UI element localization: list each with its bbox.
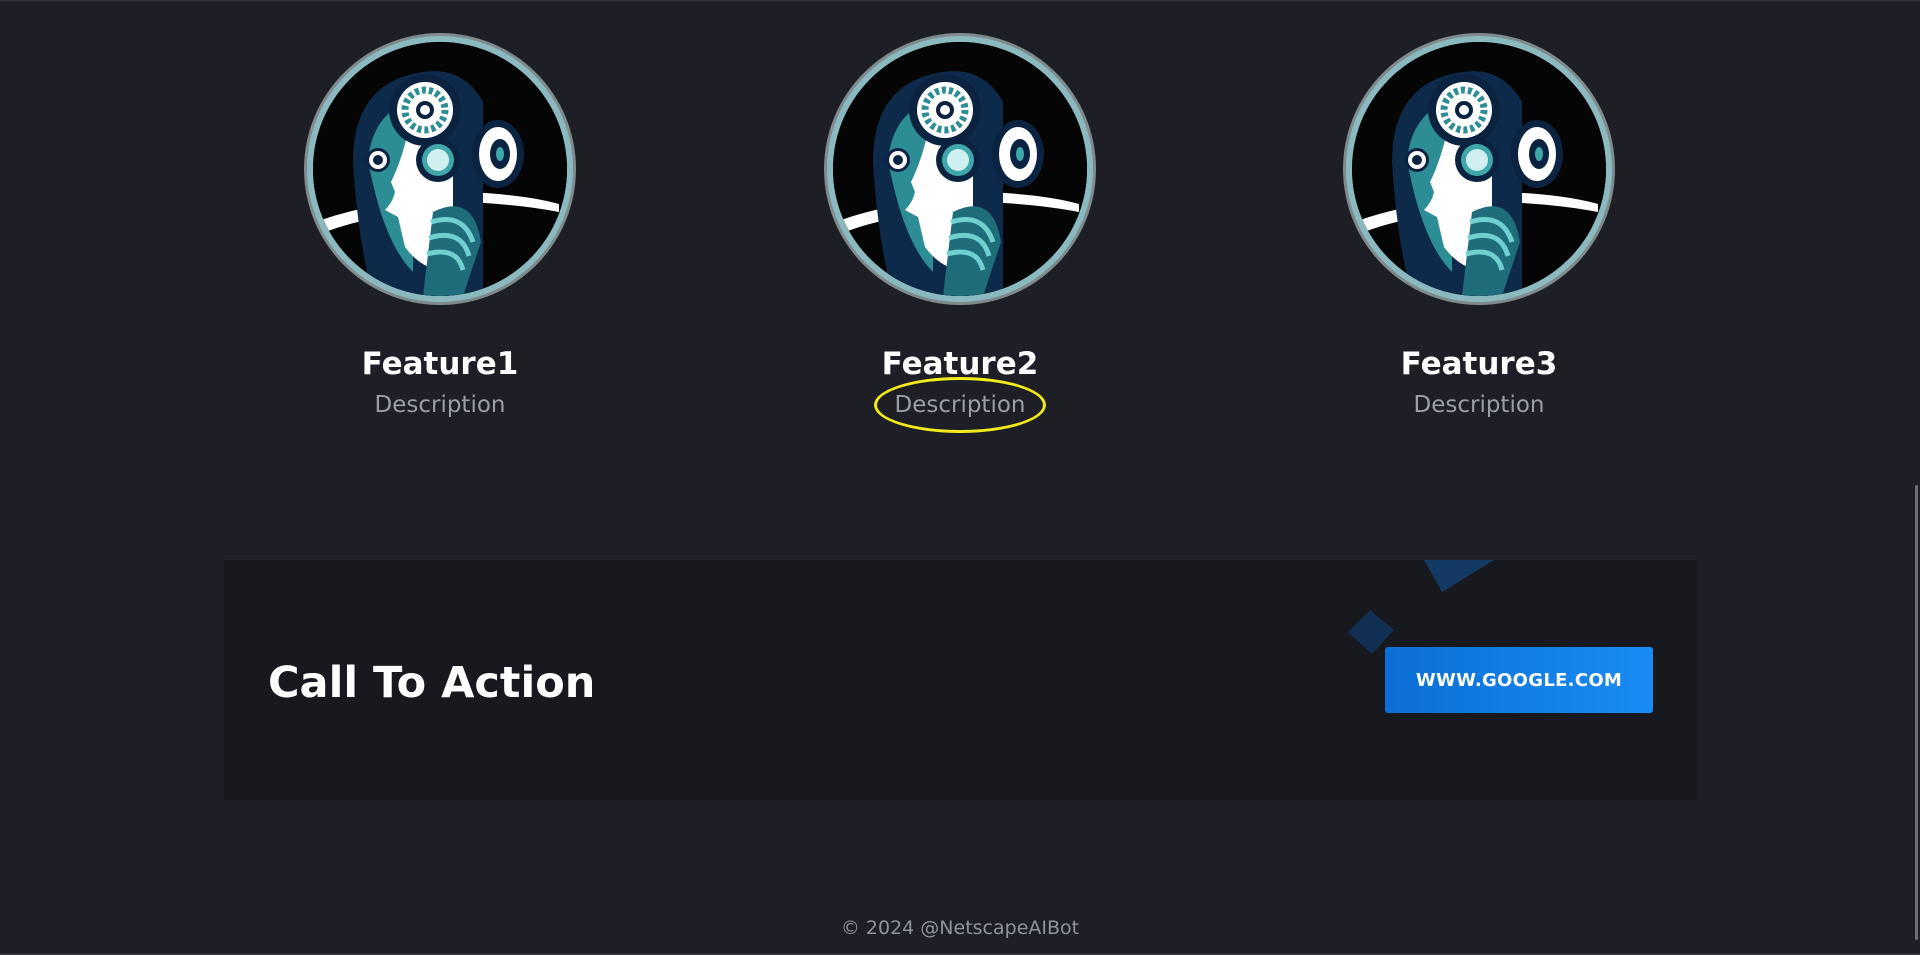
feature-title: Feature3 (1400, 346, 1558, 382)
highlight-ellipse (874, 377, 1046, 433)
feature-card-3: Feature3 Description (1309, 36, 1649, 422)
feature-title: Feature1 (361, 346, 519, 382)
page: Feature1 Description Feature2 Descriptio… (0, 0, 1920, 955)
scrollbar[interactable] (1914, 1, 1920, 955)
cta-title: Call To Action (268, 658, 596, 708)
footer-copyright: © 2024 @NetscapeAIBot (840, 917, 1080, 939)
robot-head-gears-icon (1346, 36, 1612, 302)
feature-description: Description (374, 392, 506, 418)
decorative-triangle (1424, 560, 1494, 592)
scrollbar-thumb[interactable] (1915, 485, 1918, 940)
feature-card-2: Feature2 Description (790, 36, 1130, 433)
robot-head-gears-icon (827, 36, 1093, 302)
feature-description: Description (1413, 392, 1545, 418)
feature-description: Description (790, 377, 1130, 433)
feature-card-1: Feature1 Description (270, 36, 610, 422)
call-to-action-section: Call To Action WWW.GOOGLE.COM (224, 559, 1697, 800)
cta-link-button[interactable]: WWW.GOOGLE.COM (1385, 647, 1653, 713)
robot-head-gears-icon (307, 36, 573, 302)
